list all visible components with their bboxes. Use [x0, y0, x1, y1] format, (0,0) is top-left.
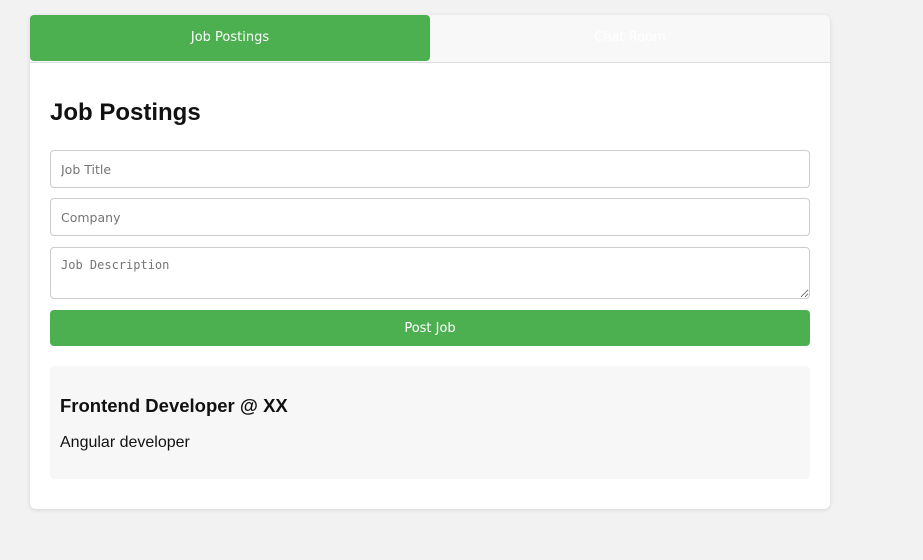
post-job-button[interactable]: Post Job: [50, 310, 810, 346]
job-posting-item: Frontend Developer @ XX Angular develope…: [50, 366, 810, 479]
company-input[interactable]: [50, 198, 810, 236]
tab-job-postings[interactable]: Job Postings: [30, 15, 430, 61]
job-board-card: Job Postings Chat Room Job Postings Post…: [30, 15, 830, 509]
job-title-input[interactable]: [50, 150, 810, 188]
page-title: Job Postings: [50, 99, 201, 126]
job-description-textarea[interactable]: [50, 247, 810, 299]
tab-chat-room[interactable]: Chat Room: [430, 15, 830, 61]
job-posting-title: Frontend Developer @ XX: [60, 395, 288, 416]
job-posting-description: Angular developer: [60, 434, 190, 451]
tab-bar: Job Postings Chat Room: [30, 15, 830, 63]
